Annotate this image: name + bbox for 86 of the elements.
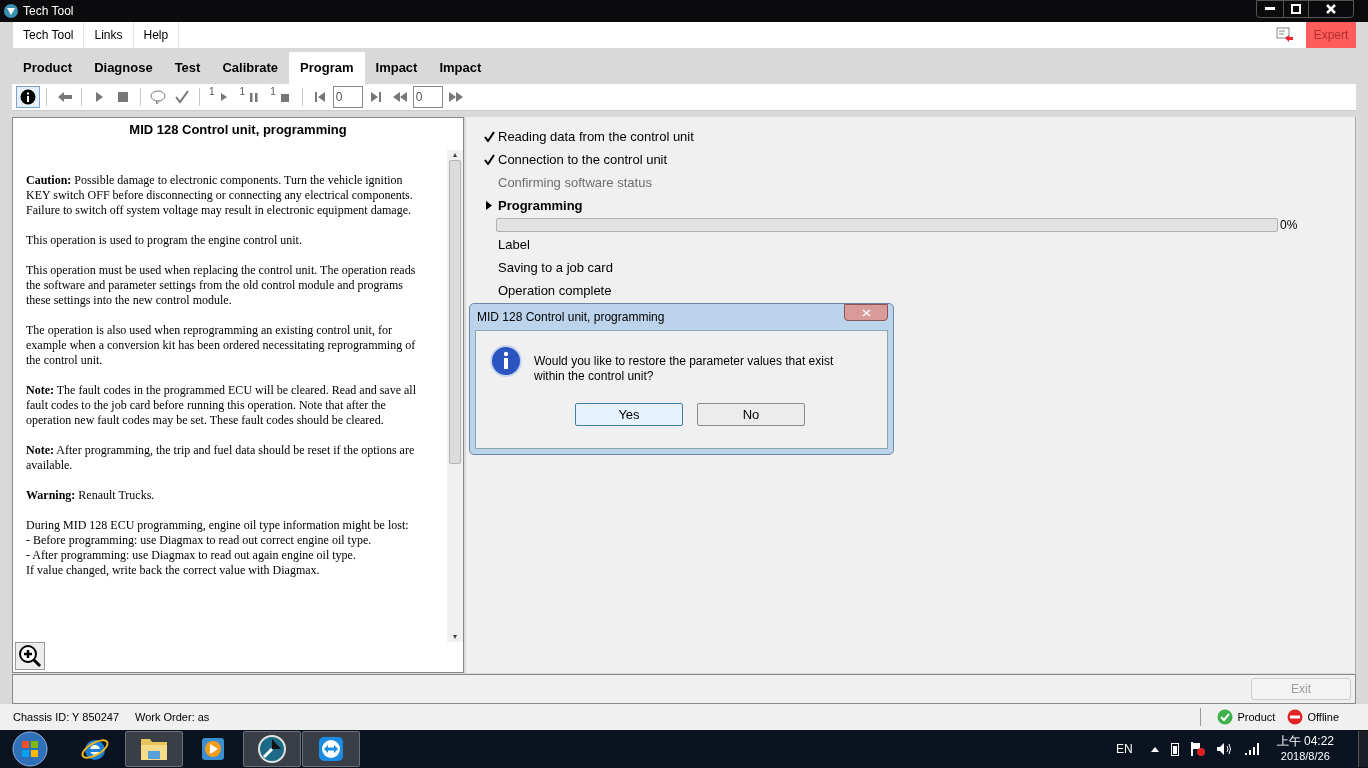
clock-time: 上午 04:22 — [1276, 734, 1334, 749]
paragraph: During MID 128 ECU programming, engine oil type information might be lost: — [26, 517, 410, 533]
paragraph: The operation is also used when reprogramming an existing control unit, for example when a conversion kit has been ordered necessitating reprogramming of the control unit. — [26, 322, 417, 368]
counter-field[interactable]: 0 — [332, 86, 363, 108]
tab[interactable]: Test — [163, 51, 212, 84]
speaker-icon — [1216, 742, 1233, 756]
scroll-thumb[interactable] — [449, 160, 461, 465]
signal-icon — [1244, 743, 1259, 755]
status-text: Work Order: as — [135, 709, 210, 725]
zoom-in-button[interactable] — [15, 642, 45, 671]
paragraph: This operation must be used when replacing the control unit. The operation reads the software and parameter settings from the old control module and programs these settings into the new control module. — [26, 262, 417, 308]
no-entry-icon — [1287, 709, 1304, 726]
menu-item[interactable]: Tech Tool — [13, 22, 85, 48]
dialog-button[interactable]: No — [697, 403, 805, 427]
taskbar-app-button[interactable] — [302, 731, 360, 767]
start-orb-icon — [12, 731, 48, 767]
back-arrow-icon — [56, 89, 72, 105]
step-number: 1 — [270, 87, 276, 97]
step-number: 1 — [209, 87, 215, 97]
fast-forward-icon — [447, 89, 464, 105]
tab[interactable]: Calibrate — [211, 51, 290, 84]
dialog-close-button[interactable] — [844, 304, 888, 322]
close-icon — [861, 308, 871, 317]
app-logo-icon — [3, 3, 19, 19]
restore-icon — [1291, 4, 1301, 14]
menu-item[interactable]: Links — [84, 22, 134, 48]
step-label: Operation complete — [498, 282, 612, 301]
language-indicator: EN — [1115, 741, 1133, 758]
tab[interactable]: Program — [289, 51, 365, 84]
dialog-message: Would you like to restore the parameter values that exist within the control unit? — [534, 354, 835, 385]
step-label: Label — [498, 236, 530, 255]
step-pause-button[interactable]: 1 — [236, 87, 266, 107]
info-balloon-icon — [150, 89, 166, 105]
rewind-icon — [391, 89, 408, 105]
close-icon — [1326, 4, 1336, 14]
step-label: Reading data from the control unit — [498, 128, 694, 147]
tab[interactable]: Impact — [428, 51, 493, 84]
remote-arrows-icon — [317, 735, 345, 763]
step-label: Confirming software status — [498, 174, 652, 193]
minimize-icon — [1265, 7, 1275, 11]
check-mark-icon — [482, 154, 496, 166]
check-mark-icon — [482, 131, 496, 143]
counter-field[interactable]: 0 — [412, 86, 443, 108]
step-number: 1 — [239, 87, 246, 97]
paragraph: Warning: Renault Trucks. — [26, 487, 156, 503]
step-label: Programming — [498, 197, 583, 216]
taskbar-app-button[interactable] — [125, 731, 183, 767]
dialog-button[interactable]: Yes — [575, 403, 683, 427]
paragraph: - After programming: use Diagmax to read out again engine oil type. — [26, 547, 357, 563]
stop-icon — [115, 89, 131, 105]
battery-icon — [1170, 742, 1179, 756]
paragraph: Note: After programming, the trip and fuel data should be reset if the options are available. — [26, 442, 416, 473]
tab[interactable]: Product — [12, 51, 84, 84]
info-button[interactable] — [16, 86, 40, 108]
step-label: Saving to a job card — [498, 259, 613, 278]
paragraph: If value changed, write back the correct value with Diagmax. — [26, 562, 321, 578]
paragraph: Caution: Possible damage to electronic components. Turn the vehicle ignition KEY switch OFF before disconnecting or connecting any electrical components. Failure to switch off system voltage may result in electronic equipment damage. — [26, 172, 414, 218]
status-indicator: Product — [1237, 709, 1276, 725]
info-icon — [490, 345, 522, 378]
ok-status-icon — [1217, 709, 1234, 726]
step-stop-button[interactable]: 1 — [267, 87, 296, 107]
zoom-in-icon — [18, 644, 42, 669]
media-player-icon — [199, 735, 227, 763]
status-text: Chassis ID: Y 850247 — [13, 709, 119, 725]
menu-item[interactable]: Help — [133, 22, 180, 48]
wrench-gauge-icon — [257, 734, 287, 764]
window-title: Tech Tool — [23, 3, 74, 20]
tab[interactable]: Diagnose — [83, 51, 164, 84]
flag-error-icon — [1190, 742, 1205, 756]
check-icon — [174, 89, 190, 105]
clock-date: 2018/8/26 — [1280, 749, 1330, 764]
status-indicator: Offline — [1307, 709, 1339, 725]
tab[interactable]: Impact — [364, 51, 429, 84]
message-alert-icon — [1276, 26, 1294, 43]
paragraph: - Before programming: use Diagmax to read out correct engine oil type. — [26, 532, 373, 548]
step-play-button[interactable]: 1 — [206, 87, 235, 107]
info-balloon-button[interactable] — [147, 87, 169, 107]
dialog-title: MID 128 Control unit, programming — [477, 309, 665, 327]
paragraph: Note: The fault codes in the programmed ECU will be cleared. Read and save all fault codes to the job card before running this operation. Note that after the operation new fault codes may be set. These fault codes should be cleared. — [26, 382, 417, 428]
progress-percent: 0% — [1280, 217, 1298, 235]
paragraph: This operation is used to program the engine control unit. — [26, 232, 303, 248]
restore-button[interactable] — [1283, 1, 1309, 17]
step-label: Connection to the control unit — [498, 151, 668, 170]
tray-up-arrow-icon — [1150, 746, 1159, 752]
taskbar-app-button[interactable] — [243, 731, 301, 767]
document-title: MID 128 Control unit, programming — [128, 121, 348, 140]
